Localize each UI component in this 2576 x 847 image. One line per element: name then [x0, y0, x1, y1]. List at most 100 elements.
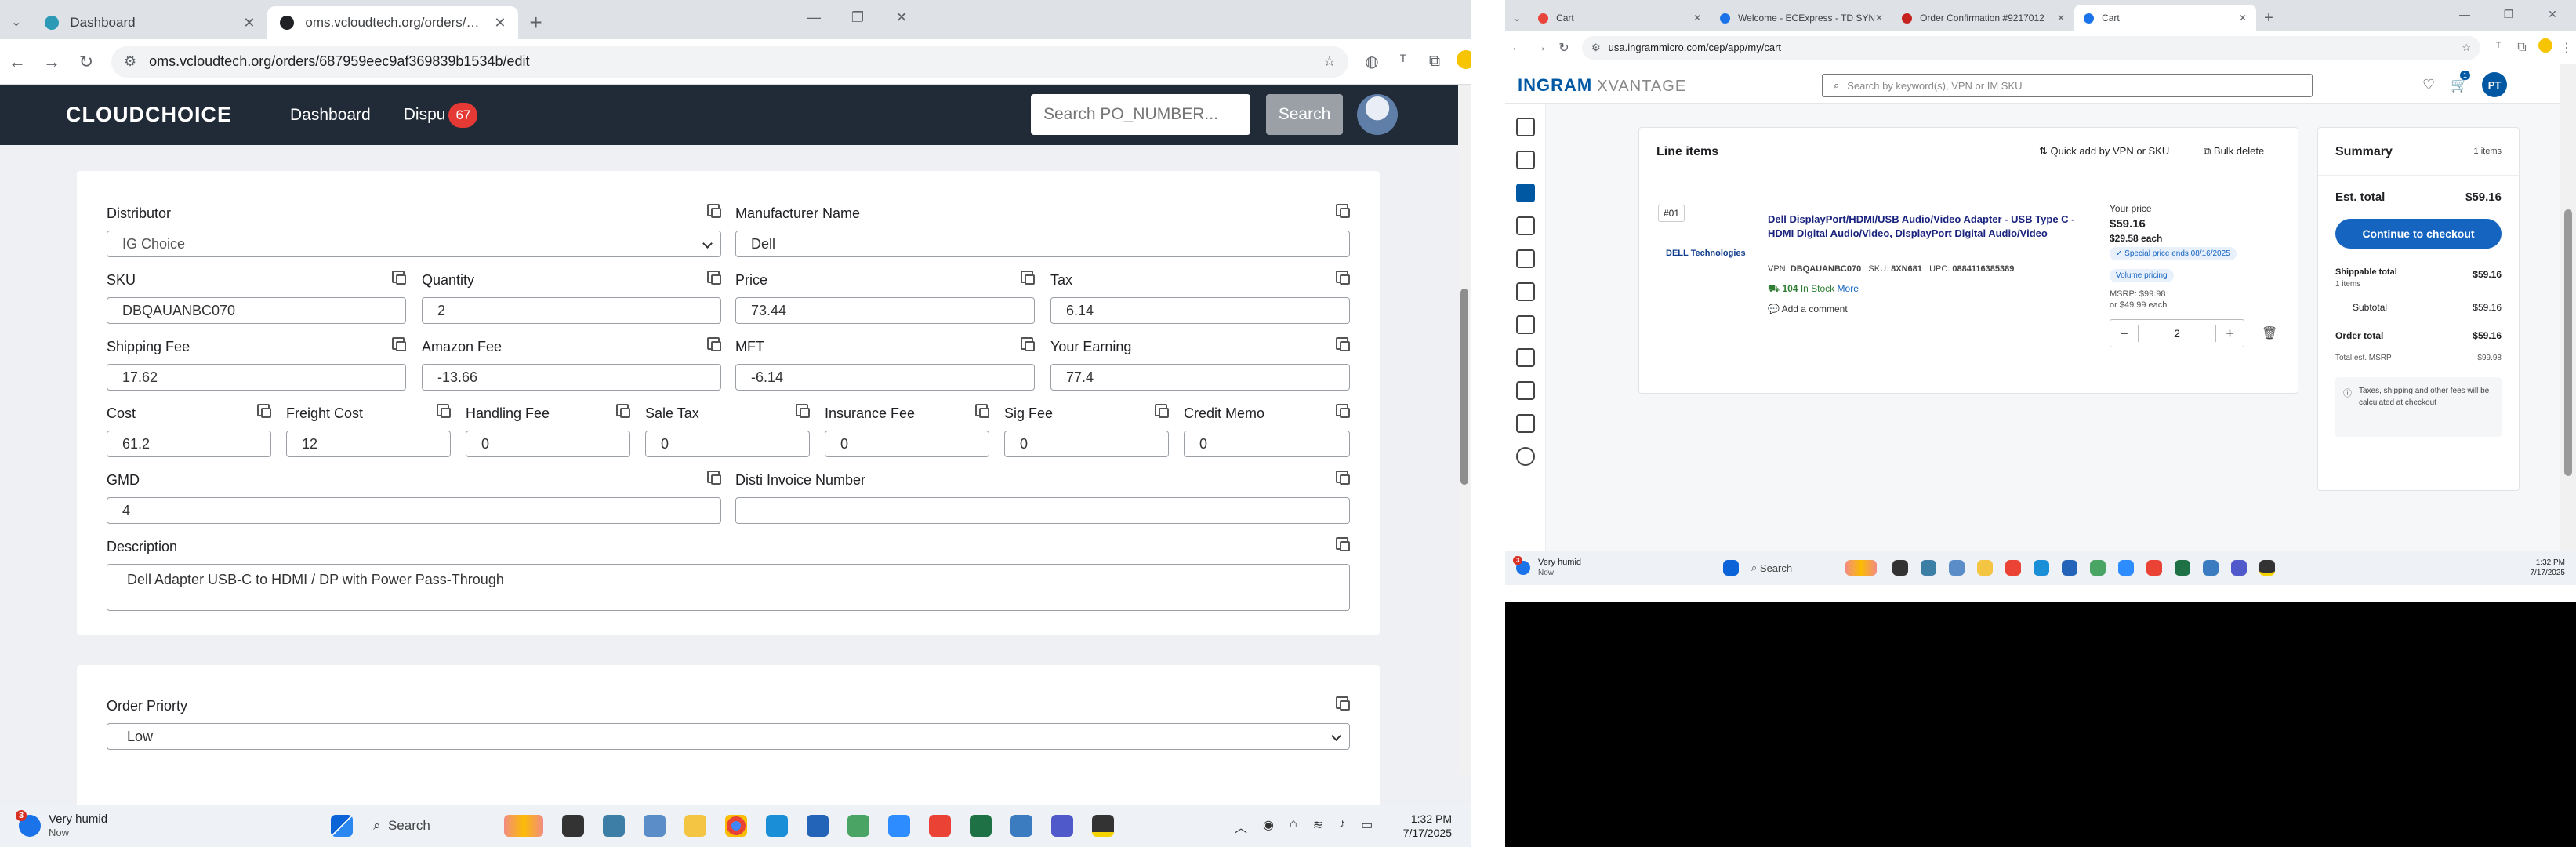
- analytics-icon[interactable]: [1515, 151, 1535, 169]
- copy-icon[interactable]: [707, 271, 721, 285]
- zoom-icon[interactable]: [887, 815, 910, 837]
- volume-icon[interactable]: ♪: [1339, 817, 1345, 836]
- sticky-notes-icon[interactable]: [1091, 815, 1114, 837]
- copy-icon[interactable]: [1336, 537, 1350, 551]
- back-arrow-icon[interactable]: ←: [0, 52, 34, 72]
- forward-arrow-icon[interactable]: →: [1529, 41, 1552, 55]
- site-info-icon[interactable]: ⚙: [1591, 42, 1601, 54]
- extensions-puzzle-icon[interactable]: ⧉: [1419, 53, 1450, 71]
- clock[interactable]: 1:32 PM 7/17/2025: [2531, 558, 2566, 578]
- copy-icon[interactable]: [1336, 471, 1350, 485]
- file-explorer-icon[interactable]: [1977, 560, 1994, 576]
- copy-icon[interactable]: [1021, 337, 1035, 351]
- outlook-icon[interactable]: [806, 815, 829, 837]
- close-tab-icon[interactable]: ✕: [2057, 13, 2065, 24]
- order-priority-select[interactable]: Low: [107, 723, 1350, 750]
- profile-icon[interactable]: [2534, 38, 2557, 56]
- trash-icon[interactable]: 🗑: [2262, 325, 2277, 341]
- credit-memo-input[interactable]: 0: [1184, 431, 1350, 457]
- zoom-icon[interactable]: [2118, 560, 2135, 576]
- copy-icon[interactable]: [392, 271, 406, 285]
- back-arrow-icon[interactable]: ←: [1505, 41, 1529, 55]
- windows-start-icon[interactable]: [331, 815, 353, 837]
- feedback-icon[interactable]: [1515, 414, 1535, 433]
- ingram-logo[interactable]: INGRAM XVANTAGE: [1518, 75, 1686, 96]
- handling-fee-input[interactable]: 0: [466, 431, 630, 457]
- task-view-icon[interactable]: [1892, 560, 1909, 576]
- tab-search-chevron-icon[interactable]: ⌄: [1505, 5, 1529, 31]
- address-bar[interactable]: ⚙ oms.vcloudtech.org/orders/687959eec9af…: [111, 45, 1348, 78]
- edge-icon[interactable]: [765, 815, 788, 837]
- right-address-bar[interactable]: ⚙ usa.ingrammicro.com/cep/app/my/cart ☆: [1582, 35, 2480, 60]
- sig-fee-input[interactable]: 0: [1004, 431, 1169, 457]
- add-comment-link[interactable]: 💬 Add a comment: [1768, 304, 1848, 314]
- tax-input[interactable]: 6.14: [1050, 297, 1350, 324]
- plus-icon[interactable]: +: [2215, 325, 2244, 342]
- quantity-input[interactable]: 2: [422, 297, 721, 324]
- taskbar-search[interactable]: ⌕ Search: [373, 818, 430, 834]
- home-icon[interactable]: [1515, 118, 1535, 136]
- remote-desktop-icon[interactable]: [2203, 560, 2219, 576]
- support-icon[interactable]: [1515, 315, 1535, 334]
- scrollbar-thumb[interactable]: [1460, 289, 1468, 485]
- distributor-select[interactable]: IG Choice: [107, 231, 721, 257]
- chrome-alt-icon[interactable]: [2146, 560, 2163, 576]
- copy-icon[interactable]: [707, 471, 721, 485]
- po-search-input[interactable]: [1031, 94, 1250, 135]
- chrome-icon[interactable]: [2005, 560, 2022, 576]
- services-icon[interactable]: [1515, 282, 1535, 301]
- your-earning-input[interactable]: 77.4: [1050, 364, 1350, 391]
- heart-icon[interactable]: ♡: [2422, 77, 2435, 93]
- site-info-icon[interactable]: ⚙: [124, 53, 136, 70]
- reload-icon[interactable]: ↻: [69, 52, 103, 72]
- bag-icon[interactable]: [1515, 381, 1535, 400]
- mft-input[interactable]: -6.14: [735, 364, 1035, 391]
- user-avatar[interactable]: [1357, 94, 1398, 135]
- copy-icon[interactable]: [257, 404, 271, 418]
- qty-value[interactable]: 2: [2139, 327, 2215, 340]
- copy-icon[interactable]: [975, 404, 989, 418]
- file-explorer-icon[interactable]: [684, 815, 706, 837]
- calendar-icon[interactable]: [1515, 348, 1535, 367]
- copy-icon[interactable]: [1336, 337, 1350, 351]
- extension-icon[interactable]: ◍: [1356, 52, 1388, 71]
- tray-chevron-icon[interactable]: ︿: [1235, 817, 1247, 836]
- menu-kebab-icon[interactable]: ⋮: [2557, 40, 2576, 56]
- insurance-fee-input[interactable]: 0: [825, 431, 989, 457]
- copy-icon[interactable]: [1336, 204, 1350, 218]
- minimize-icon[interactable]: —: [2443, 8, 2487, 20]
- freight-cost-input[interactable]: 12: [286, 431, 451, 457]
- battery-icon[interactable]: ▭: [1361, 817, 1373, 836]
- price-input[interactable]: 73.44: [735, 297, 1035, 324]
- volume-pricing-badge[interactable]: Volume pricing: [2110, 269, 2174, 282]
- tab-search-chevron-icon[interactable]: ⌄: [0, 6, 32, 39]
- chrome-profile-icon[interactable]: [847, 815, 869, 837]
- quick-add-link[interactable]: ⇅ Quick add by VPN or SKU: [2039, 145, 2169, 158]
- ingram-search-input[interactable]: ⌕ Search by keyword(s), VPN or IM SKU: [1822, 74, 2313, 97]
- catalog-icon[interactable]: [1515, 216, 1535, 235]
- copy-icon[interactable]: [437, 404, 451, 418]
- minimize-icon[interactable]: —: [792, 9, 836, 26]
- teams-icon[interactable]: [2231, 560, 2248, 576]
- app-globe-icon[interactable]: [1921, 560, 1937, 576]
- copy-icon[interactable]: [1336, 696, 1350, 711]
- app-globe-icon[interactable]: [602, 815, 625, 837]
- amazon-fee-input[interactable]: -13.66: [422, 364, 721, 391]
- close-window-icon[interactable]: ✕: [2531, 8, 2574, 21]
- excel-icon[interactable]: [2175, 560, 2191, 576]
- orders-icon[interactable]: [1515, 184, 1535, 202]
- task-view-icon[interactable]: [561, 815, 584, 837]
- disti-invoice-input[interactable]: [735, 497, 1350, 524]
- continue-to-checkout-button[interactable]: Continue to checkout: [2335, 219, 2502, 249]
- ideas-icon[interactable]: [1515, 249, 1535, 268]
- copy-icon[interactable]: [1021, 271, 1035, 285]
- clock[interactable]: 1:32 PM 7/17/2025: [1403, 812, 1452, 840]
- wifi-icon[interactable]: ≋: [1313, 817, 1323, 836]
- copy-icon[interactable]: [1336, 404, 1350, 418]
- close-tab-icon[interactable]: ✕: [494, 15, 506, 31]
- remote-desktop-icon[interactable]: [1010, 815, 1032, 837]
- tab-ecexpress[interactable]: Welcome - ECExpress - TD SYN ✕: [1711, 5, 1892, 31]
- nav-disputes[interactable]: Dispu 67: [404, 102, 478, 128]
- copy-icon[interactable]: [1155, 404, 1169, 418]
- user-initials-avatar[interactable]: PT: [2482, 72, 2507, 97]
